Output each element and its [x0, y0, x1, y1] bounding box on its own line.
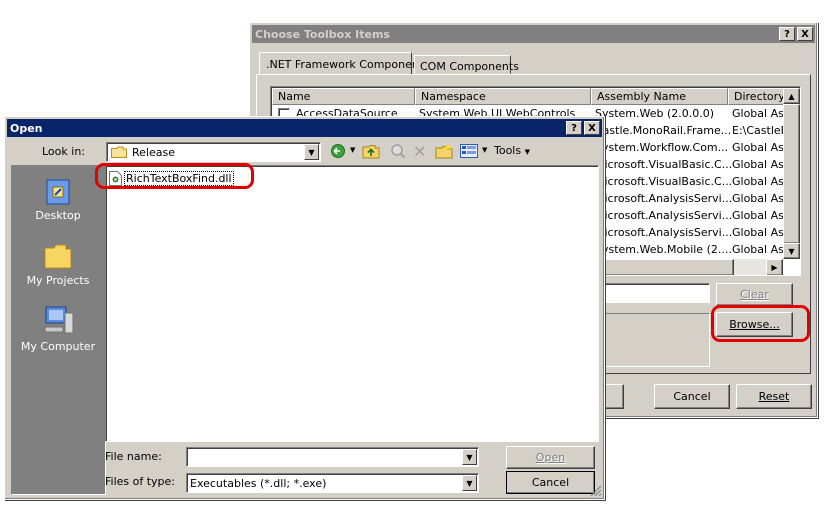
- cell-directory: E:\CastleF: [732, 124, 784, 137]
- chevron-down-icon[interactable]: ▼: [304, 144, 319, 160]
- clear-button[interactable]: Clear: [716, 283, 793, 306]
- open-cancel-button[interactable]: Cancel: [506, 471, 595, 494]
- tab-net-framework-label: .NET Framework Components: [266, 58, 429, 71]
- cell-assembly: Castle.MonoRail.Frame...: [595, 124, 732, 137]
- open-title: Open: [10, 121, 43, 135]
- cell-directory: Global Ass: [732, 226, 784, 239]
- toolbox-titlebar: Choose Toolbox Items ? X: [252, 25, 815, 43]
- back-dropdown-icon[interactable]: ▼: [350, 146, 355, 154]
- scroll-right-icon[interactable]: ▶: [766, 259, 783, 275]
- cell-assembly: System.Workflow.Com...: [595, 141, 729, 154]
- cell-assembly: System.Web.Mobile (2....: [595, 243, 732, 256]
- column-header-name[interactable]: Name: [272, 88, 415, 105]
- files-of-type-value: Executables (*.dll; *.exe): [190, 477, 327, 490]
- cell-assembly: Microsoft.AnalysisServi...: [595, 226, 733, 239]
- cell-directory: Global Ass: [732, 141, 784, 154]
- column-header-namespace[interactable]: Namespace: [415, 88, 591, 105]
- folder-icon: [111, 146, 127, 158]
- place-my-projects[interactable]: My Projects: [11, 241, 106, 289]
- cell-assembly: Microsoft.AnalysisServi...: [595, 209, 733, 222]
- scroll-down-icon[interactable]: ▼: [783, 243, 800, 259]
- place-my-projects-label: My Projects: [26, 274, 90, 287]
- tools-dropdown-icon: ▼: [524, 148, 530, 156]
- clear-button-label: Clear: [740, 288, 769, 301]
- place-my-computer-label: My Computer: [20, 340, 96, 353]
- cell-directory: Global Ass: [732, 158, 784, 171]
- open-dialog: Open ? X Look in: Release ▼ ▼ ✕ ▼ Tools …: [4, 116, 605, 500]
- views-dropdown-icon[interactable]: ▼: [482, 146, 487, 154]
- open-button[interactable]: Open: [506, 446, 595, 469]
- reset-button-label: Reset: [758, 390, 790, 403]
- file-name-label: File name:: [105, 450, 162, 463]
- cell-assembly: Microsoft.VisualBasic.C...: [595, 175, 733, 188]
- list-header: Name Namespace Assembly Name Directory: [272, 88, 800, 105]
- open-titlebar: Open ? X: [7, 119, 602, 137]
- cell-directory: Global Ass: [732, 209, 784, 222]
- toolbox-cancel-button-label: Cancel: [673, 390, 711, 403]
- cell-assembly: Microsoft.AnalysisServi...: [595, 192, 733, 205]
- cell-assembly: Microsoft.VisualBasic.C...: [595, 158, 733, 171]
- scroll-thumb-horizontal[interactable]: [588, 259, 734, 275]
- tab-net-framework[interactable]: .NET Framework Components: [259, 52, 429, 75]
- file-name-combo[interactable]: ▼: [186, 447, 479, 467]
- close-button[interactable]: X: [797, 27, 813, 41]
- file-list[interactable]: RichTextBoxFind.dll: [105, 165, 599, 442]
- column-header-assembly[interactable]: Assembly Name: [591, 88, 728, 105]
- up-folder-icon[interactable]: [362, 143, 380, 162]
- reset-button[interactable]: Reset: [736, 384, 812, 409]
- help-button[interactable]: ?: [779, 27, 795, 41]
- toolbox-cancel-button[interactable]: Cancel: [654, 384, 730, 409]
- dll-file-icon: [109, 171, 122, 189]
- tools-label: Tools: [494, 144, 522, 157]
- tab-com-components[interactable]: COM Components: [414, 55, 519, 74]
- file-name: RichTextBoxFind.dll: [124, 171, 234, 186]
- place-desktop[interactable]: Desktop: [11, 177, 106, 225]
- back-icon[interactable]: [330, 143, 346, 162]
- scroll-thumb[interactable]: [783, 104, 800, 244]
- help-button[interactable]: ?: [566, 121, 582, 135]
- chevron-down-icon[interactable]: ▼: [462, 475, 477, 491]
- tools-menu[interactable]: Tools ▼: [494, 144, 530, 157]
- cell-directory: Global Ass: [732, 107, 784, 120]
- cell-directory: Global Ass: [732, 243, 784, 256]
- open-button-label: Open: [535, 451, 566, 464]
- size-grip-icon[interactable]: [590, 485, 602, 500]
- close-button[interactable]: X: [584, 121, 600, 135]
- cell-directory: Global Ass: [732, 175, 784, 188]
- tab-com-components-label: COM Components: [420, 60, 519, 73]
- place-desktop-label: Desktop: [35, 209, 81, 222]
- views-icon[interactable]: [460, 144, 478, 161]
- chevron-down-icon[interactable]: ▼: [462, 449, 477, 465]
- cell-assembly: System.Web (2.0.0.0): [595, 107, 715, 120]
- files-of-type-label: Files of type:: [105, 475, 176, 488]
- browse-button[interactable]: Browse...: [716, 312, 793, 337]
- new-folder-icon[interactable]: [435, 143, 453, 162]
- place-my-computer[interactable]: My Computer: [11, 305, 106, 355]
- files-of-type-combo[interactable]: Executables (*.dll; *.exe) ▼: [186, 473, 479, 493]
- folder-icon: [44, 243, 72, 272]
- look-in-combo[interactable]: Release ▼: [106, 142, 321, 162]
- computer-icon: [43, 305, 75, 338]
- vertical-scrollbar[interactable]: ▲ ▼: [783, 88, 800, 259]
- look-in-label: Look in:: [42, 145, 85, 158]
- search-web-icon[interactable]: [390, 143, 406, 162]
- open-cancel-button-label: Cancel: [531, 476, 570, 489]
- toolbox-title: Choose Toolbox Items: [255, 27, 390, 41]
- desktop-icon: [43, 177, 73, 210]
- look-in-value: Release: [132, 146, 175, 159]
- scroll-up-icon[interactable]: ▲: [783, 88, 800, 104]
- browse-button-label: Browse...: [729, 318, 780, 331]
- delete-icon[interactable]: ✕: [413, 142, 426, 161]
- cell-directory: Global Ass: [732, 192, 784, 205]
